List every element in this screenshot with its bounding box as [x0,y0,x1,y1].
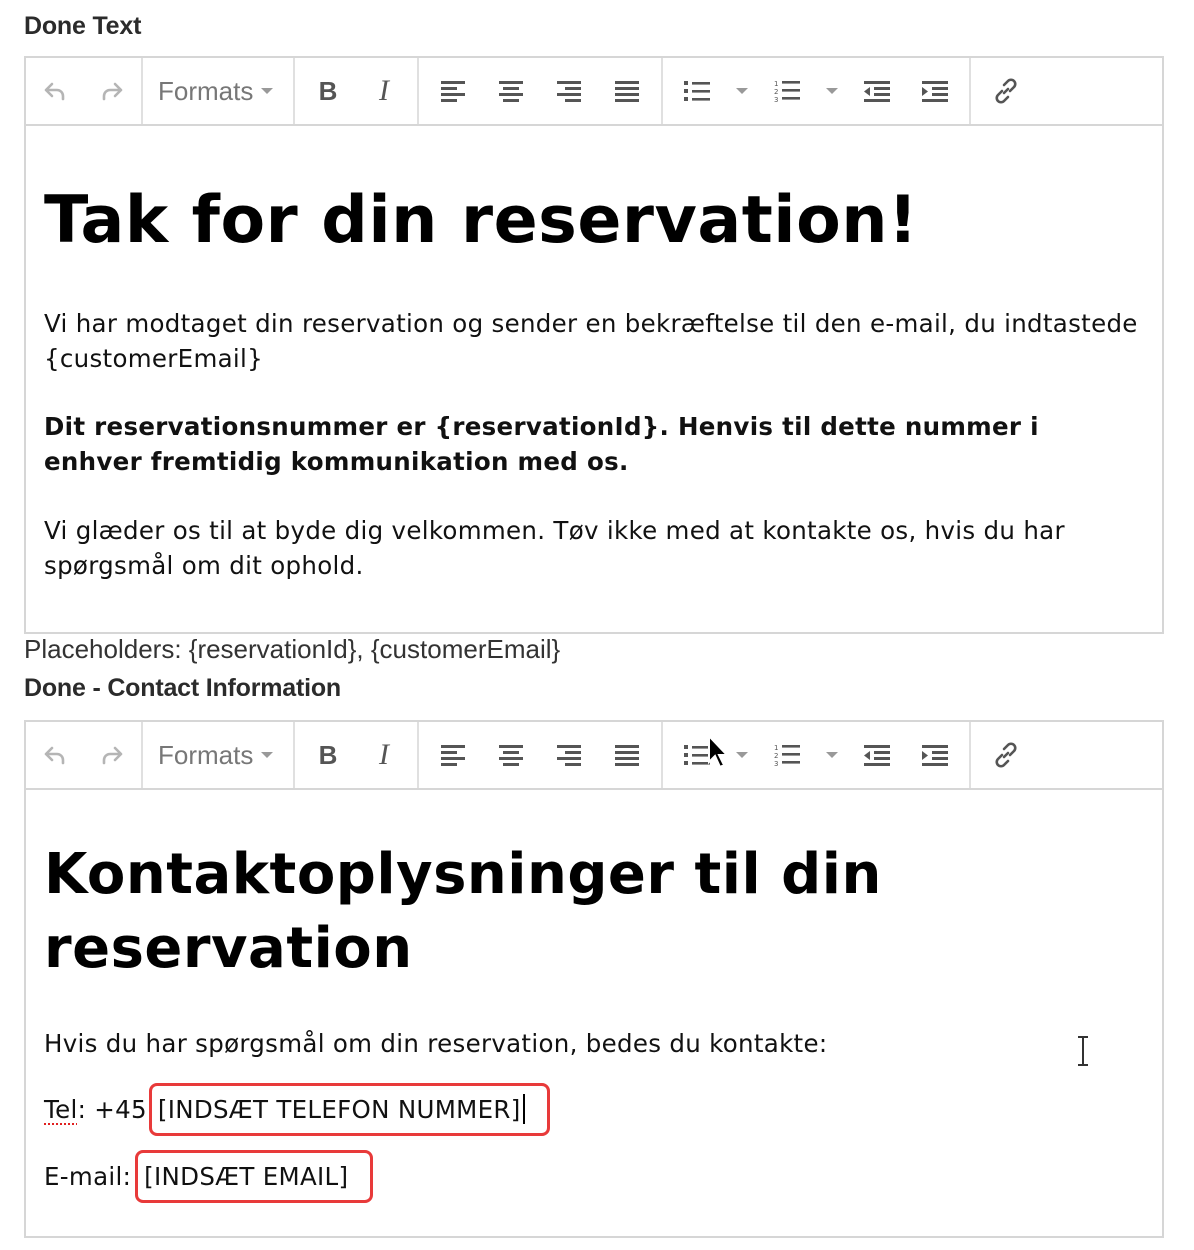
align-center-icon[interactable] [482,59,540,123]
bold-button[interactable]: B [300,59,356,123]
italic-label: I [379,74,389,107]
svg-text:3: 3 [774,760,778,767]
align-left-icon[interactable] [424,59,482,123]
editor-toolbar: Formats B I 1 2 3 [26,58,1162,126]
formats-label: Formats [158,75,254,106]
formats-dropdown[interactable]: Formats [148,723,283,787]
italic-button[interactable]: I [356,59,412,123]
editor1-paragraph-1: Vi har modtaget din reservation og sende… [44,309,1138,373]
undo-icon[interactable] [26,59,84,123]
svg-text:1: 1 [774,80,778,88]
numbered-list-icon[interactable]: 123 [758,723,816,787]
editor-content[interactable]: Tak for din reservation! Vi har modtaget… [26,186,1162,583]
tel-placeholder: [INDSÆT TELEFON NUMMER] [157,1095,521,1124]
indent-icon[interactable] [906,723,964,787]
tel-prefix: : +45 [77,1095,147,1124]
svg-text:2: 2 [774,752,778,760]
chevron-down-icon [261,752,274,758]
formats-dropdown[interactable]: Formats [148,59,283,123]
align-center-icon[interactable] [482,723,540,787]
italic-label: I [379,738,389,771]
editor1-heading: Tak for din reservation! [44,183,919,258]
tel-placeholder-highlight: [INDSÆT TELEFON NUMMER] [148,1083,550,1136]
done-text-label: Done Text [24,12,142,40]
done-contact-label: Done - Contact Information [24,674,342,702]
editor2-intro: Hvis du har spørgsmål om din reservation… [44,1029,828,1058]
bold-label: B [318,75,338,106]
placeholders-help-text: Placeholders: {reservationId}, {customer… [24,634,561,664]
contact-information-editor[interactable]: Formats B I 1 2 3 Kontaktoplysninger til… [24,720,1164,1238]
numbered-list-chevron-down-icon[interactable] [816,723,849,787]
align-right-icon[interactable] [540,59,598,123]
link-icon[interactable] [976,723,1036,787]
redo-icon[interactable] [84,723,142,787]
bullet-list-chevron-down-icon[interactable] [726,59,759,123]
link-icon[interactable] [976,59,1036,123]
numbered-list-chevron-down-icon[interactable] [816,59,849,123]
done-text-editor[interactable]: Formats B I 1 2 3 Tak for din reservatio… [24,56,1164,634]
svg-text:3: 3 [774,96,778,103]
text-cursor [522,1094,525,1124]
chevron-down-icon [261,88,274,94]
editor2-heading-line-1: Kontaktoplysninger til din [44,842,882,907]
svg-text:1: 1 [774,744,778,752]
outdent-icon[interactable] [849,59,907,123]
editor-content[interactable]: Kontaktoplysninger til din reservation H… [26,838,1162,1203]
editor2-heading-line-2: reservation [44,916,413,981]
numbered-list-icon[interactable]: 123 [758,59,816,123]
bold-label: B [318,739,338,770]
align-left-icon[interactable] [424,723,482,787]
undo-icon[interactable] [26,723,84,787]
formats-label: Formats [158,739,254,770]
i-beam-cursor-icon [1076,1036,1090,1070]
editor1-paragraph-3: Vi glæder os til at byde dig velkommen. … [44,516,1065,580]
editor1-paragraph-2: Dit reservationsnummer er {reservationId… [44,412,1039,476]
align-right-icon[interactable] [540,723,598,787]
editor-toolbar: Formats B I 1 2 3 [26,722,1162,790]
redo-icon[interactable] [84,59,142,123]
bold-button[interactable]: B [300,723,356,787]
email-placeholder: [INDSÆT EMAIL] [144,1162,349,1191]
mouse-cursor-icon [707,733,731,775]
email-label: E-mail: [44,1162,132,1191]
italic-button[interactable]: I [356,723,412,787]
bullet-list-icon[interactable] [668,59,726,123]
editor2-tel-line: Tel: +45 [INDSÆT TELEFON NUMMER] [44,1083,1144,1136]
email-placeholder-highlight: [INDSÆT EMAIL] [135,1150,374,1203]
editor2-email-line: E-mail: [INDSÆT EMAIL] [44,1150,1144,1203]
tel-label: Tel [44,1095,78,1124]
align-justify-icon[interactable] [598,723,656,787]
svg-text:2: 2 [774,88,778,96]
align-justify-icon[interactable] [598,59,656,123]
outdent-icon[interactable] [849,723,907,787]
indent-icon[interactable] [906,59,964,123]
